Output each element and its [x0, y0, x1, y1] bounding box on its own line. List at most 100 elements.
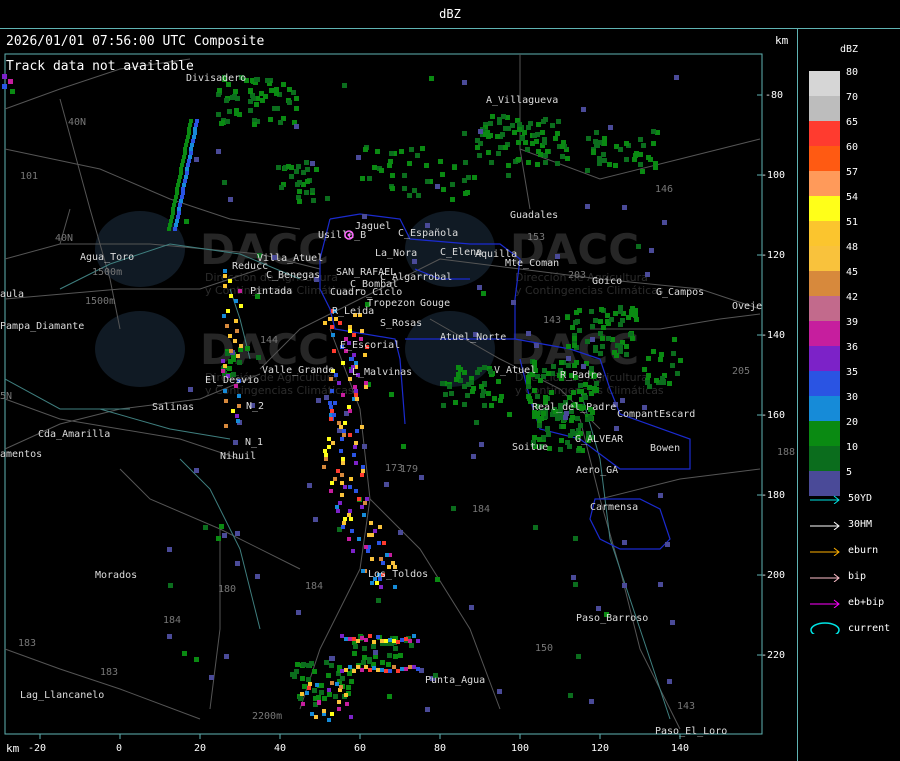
track-arrow-icon	[810, 547, 840, 556]
track-arrow-icon	[810, 521, 840, 530]
track-label: eb+bip	[848, 597, 885, 608]
legend-swatch	[809, 196, 840, 221]
legend-value: 20	[846, 417, 859, 428]
track-arrow-icon	[810, 599, 840, 608]
x-tick-label: 80	[434, 743, 446, 754]
y-tick-label: -180	[761, 490, 785, 501]
place-label: Punta_Agua	[425, 675, 485, 686]
legend-value: 45	[846, 267, 859, 278]
y-axis: -80 -100 -120 -140 -160 -180 -200 -220	[761, 90, 785, 661]
place-label: S_Rosas	[380, 318, 422, 329]
legend-value: 60	[846, 142, 859, 153]
road-number: 143	[543, 315, 561, 326]
legend-value: 42	[846, 292, 859, 303]
x-tick-label: 40	[274, 743, 286, 754]
legend-value: 39	[846, 317, 859, 328]
y-tick-label: -120	[761, 250, 785, 261]
place-label: aula	[0, 289, 24, 300]
legend-value: 80	[846, 67, 859, 78]
map-canvas[interactable]: DACC Dirección de Agricultura y Continge…	[0, 29, 797, 761]
legend-swatch	[809, 296, 840, 321]
track-arrow-icon	[810, 495, 840, 504]
legend-swatch	[809, 96, 840, 121]
place-label: Paso_Barroso	[576, 613, 648, 624]
legend-value: 65	[846, 117, 859, 128]
legend-swatch	[809, 171, 840, 196]
x-tick-label: -20	[28, 743, 46, 754]
legend-value: 57	[846, 167, 859, 178]
road-number: 101	[20, 171, 38, 182]
place-label: E_Escorial	[340, 340, 400, 351]
place-label: Valle_Grande	[262, 365, 334, 376]
road-number: 40N	[55, 233, 73, 244]
place-label: Paso_El_Loro	[655, 726, 727, 737]
track-label: bip	[848, 571, 867, 582]
place-label: amentos	[0, 449, 42, 460]
place-label: A_Villaguevа	[486, 95, 558, 106]
place-label: G_Campos	[656, 287, 704, 298]
place-label: Soitue	[512, 442, 548, 453]
place-label: R_Leida	[332, 306, 374, 317]
road-number: 1500m	[92, 267, 122, 278]
legend-panel: dBZ 80 70 65 60 57 54 51 48 45 42 39 36 35 30 20 10 5 50…	[798, 29, 900, 761]
svg-text:y Contingencias Climáticas: y Contingencias Climáticas	[515, 284, 664, 297]
place-label: Agua_Toro	[80, 252, 134, 263]
track-label: current	[848, 623, 891, 634]
legend-swatch	[809, 271, 840, 296]
road-number: 40N	[68, 117, 86, 128]
place-label: Oveje	[732, 301, 762, 312]
road-number: 183	[18, 638, 36, 649]
x-tick-label: 0	[116, 743, 122, 754]
y-tick-label: -80	[765, 90, 783, 101]
road-number: 188	[777, 447, 795, 458]
place-label: Jaguel	[355, 221, 391, 232]
legend-swatch	[809, 146, 840, 171]
place-label: Pampa_Diamante	[0, 321, 84, 332]
legend-swatch	[809, 396, 840, 421]
legend-swatch	[809, 221, 840, 246]
road-number: 184	[472, 504, 490, 515]
timestamp-label: 2026/01/01 07:56:00 UTC Composite	[6, 34, 265, 49]
road-number: 184	[163, 615, 181, 626]
km-unit-top: km	[775, 34, 789, 47]
y-tick-label: -220	[761, 650, 785, 661]
place-label: C_Española	[398, 228, 458, 239]
road-number: 2200m	[252, 711, 282, 722]
legend-swatch	[809, 71, 840, 96]
legend-swatch	[809, 121, 840, 146]
place-label: Carmensa	[590, 502, 638, 513]
x-tick-label: 120	[591, 743, 609, 754]
radar-map[interactable]: DACC Dirección de Agricultura y Continge…	[0, 29, 798, 761]
place-label: Goico	[592, 276, 622, 287]
place-label: Guadales	[510, 210, 558, 221]
road-number: 1500m	[85, 296, 115, 307]
legend-value: 5	[846, 467, 853, 478]
place-label: El_Desvio	[205, 375, 259, 386]
road-number: 150	[535, 643, 553, 654]
place-label: L_Malvinas	[352, 367, 412, 378]
legend-title: dBZ	[839, 44, 859, 55]
road-number: 203	[568, 270, 586, 281]
place-label: Lag_Llancanelo	[20, 690, 104, 701]
legend-swatch	[809, 421, 840, 446]
legend-value: 36	[846, 342, 859, 353]
place-label: Salinas	[152, 402, 194, 413]
legend-swatch	[809, 246, 840, 271]
y-tick-label: -160	[761, 410, 785, 421]
legend-swatch	[809, 346, 840, 371]
x-tick-label: 140	[671, 743, 689, 754]
x-tick-label: 100	[511, 743, 529, 754]
place-label: Atuel_Norte	[440, 332, 506, 343]
place-label: Aero_GA	[576, 465, 618, 476]
road-number: 5N	[0, 391, 12, 402]
current-ellipse-icon	[810, 622, 840, 634]
place-label: Nihuil	[220, 451, 256, 462]
place-label: G_ALVEAR	[575, 434, 624, 445]
place-label: C_Benegas	[266, 270, 320, 281]
legend-value: 30	[846, 392, 859, 403]
track-arrow-icon	[810, 573, 840, 582]
place-label: Tropezon	[367, 298, 415, 309]
road-number: 143	[677, 701, 695, 712]
legend-swatch	[809, 371, 840, 396]
place-label: Cda_Amarilla	[38, 429, 110, 440]
